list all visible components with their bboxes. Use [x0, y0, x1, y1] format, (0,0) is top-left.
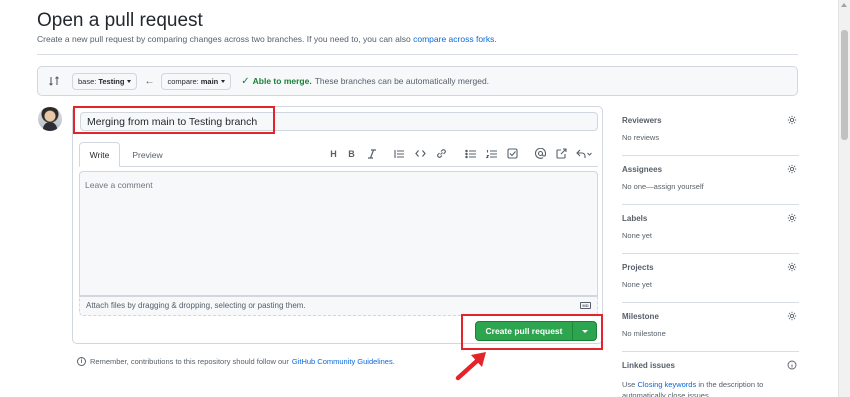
mention-icon[interactable]	[534, 147, 547, 160]
assignees-value[interactable]: No one—assign yourself	[622, 182, 704, 191]
red-arrow-icon	[455, 352, 486, 381]
reply-icon[interactable]	[575, 147, 593, 160]
arrow-left-icon: ←	[144, 75, 155, 87]
compare-bar: base: Testing ← compare: main ✓ Able to …	[37, 66, 798, 96]
comment-placeholder: Leave a comment	[85, 180, 153, 190]
base-prefix: base:	[78, 76, 97, 86]
sidebar-section-assignees: Assignees No one—assign yourself	[622, 157, 799, 205]
avatar[interactable]	[38, 107, 62, 131]
bold-icon[interactable]: B	[345, 147, 358, 160]
milestone-value: No milestone	[622, 329, 666, 338]
reviewers-heading[interactable]: Reviewers	[622, 116, 662, 125]
sidebar-section-labels: Labels None yet	[622, 206, 799, 254]
task-list-icon[interactable]	[506, 147, 519, 160]
heading-icon[interactable]: H	[327, 147, 340, 160]
attach-files-text: Attach files by dragging & dropping, sel…	[86, 301, 306, 310]
base-branch-name: Testing	[98, 76, 125, 86]
header-divider	[37, 54, 798, 55]
merge-description: These branches can be automatically merg…	[314, 76, 490, 86]
editor-tabbar: Write Preview H B	[79, 142, 598, 167]
chevron-down-icon	[127, 79, 132, 83]
compare-branch-name: main	[200, 76, 219, 86]
assignees-heading[interactable]: Assignees	[622, 165, 662, 174]
quote-icon[interactable]	[393, 147, 406, 160]
reviewers-value: No reviews	[622, 133, 660, 142]
scroll-thumb[interactable]	[841, 30, 848, 140]
scrollbar[interactable]	[838, 0, 850, 397]
gear-icon[interactable]	[787, 164, 797, 174]
attach-files-area[interactable]: Attach files by dragging & dropping, sel…	[79, 296, 598, 316]
tab-preview[interactable]: Preview	[125, 142, 170, 167]
italic-icon[interactable]	[365, 147, 378, 160]
subtitle-text: Create a new pull request by comparing c…	[37, 34, 411, 44]
tab-write[interactable]: Write	[79, 142, 120, 167]
link-icon[interactable]	[435, 147, 448, 160]
sidebar-section-milestone: Milestone No milestone	[622, 304, 799, 352]
closing-keywords-link[interactable]: Closing keywords	[637, 380, 696, 389]
chevron-down-icon	[221, 79, 226, 83]
gear-icon[interactable]	[787, 115, 797, 125]
milestone-heading[interactable]: Milestone	[622, 312, 659, 321]
community-guidelines-link[interactable]: GitHub Community Guidelines.	[292, 357, 395, 366]
labels-heading[interactable]: Labels	[622, 214, 647, 223]
markdown-icon: MD	[580, 302, 591, 309]
comment-textarea[interactable]: Leave a comment	[79, 171, 598, 296]
compare-arrows-icon	[48, 75, 60, 87]
info-icon: i	[77, 357, 86, 366]
gear-icon[interactable]	[787, 213, 797, 223]
compare-forks-link[interactable]: compare across forks.	[413, 34, 497, 44]
projects-value: None yet	[622, 280, 653, 289]
linked-issues-pre: Use	[622, 380, 636, 389]
base-branch-dropdown[interactable]: base: Testing	[72, 72, 138, 90]
linked-issues-heading: Linked issues	[622, 361, 675, 370]
guidelines-text: Remember, contributions to this reposito…	[90, 357, 289, 366]
page-title: Open a pull request	[37, 10, 203, 31]
sidebar-section-reviewers: Reviewers No reviews	[622, 108, 799, 156]
title-highlight-box	[73, 106, 275, 134]
create-highlight-box	[461, 314, 603, 350]
check-icon: ✓	[241, 75, 250, 87]
ordered-list-icon[interactable]	[485, 147, 498, 160]
sidebar-section-projects: Projects None yet	[622, 255, 799, 303]
merge-status: Able to merge.	[252, 76, 312, 86]
gear-icon[interactable]	[787, 311, 797, 321]
reference-icon[interactable]	[555, 147, 568, 160]
code-icon[interactable]	[414, 147, 427, 160]
guidelines-note: i Remember, contributions to this reposi…	[77, 357, 395, 366]
page-subtitle: Create a new pull request by comparing c…	[37, 34, 497, 44]
sidebar: Reviewers No reviews Assignees No one—as…	[622, 108, 799, 397]
scroll-up-icon[interactable]	[841, 3, 847, 7]
compare-prefix: compare:	[167, 76, 199, 86]
projects-heading[interactable]: Projects	[622, 263, 654, 272]
compare-branch-dropdown[interactable]: compare: main	[161, 72, 232, 90]
labels-value: None yet	[622, 231, 653, 240]
gear-icon[interactable]	[787, 262, 797, 272]
linked-issues-value: Use Closing keywords in the description …	[622, 379, 792, 397]
info-icon[interactable]	[787, 360, 797, 370]
unordered-list-icon[interactable]	[464, 147, 477, 160]
sidebar-section-linked-issues: Linked issues Use Closing keywords in th…	[622, 353, 799, 397]
